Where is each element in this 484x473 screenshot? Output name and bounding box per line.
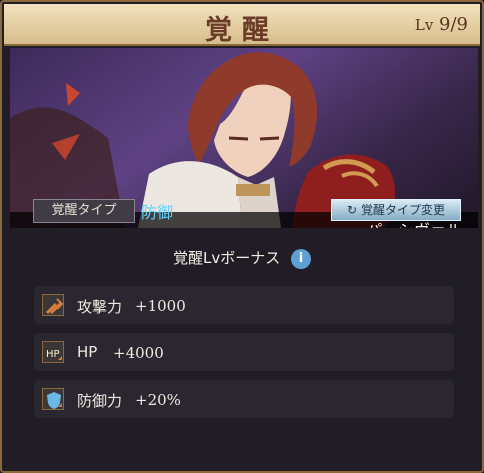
stat-row-defense: 防御力 +20% [34, 380, 454, 418]
panel-header: 覚醒 Lv 9/9 [4, 4, 480, 46]
awakening-type-label: 覚醒タイプ [33, 199, 135, 223]
stat-name: HP [77, 343, 98, 361]
awakening-type-value: 防御 [141, 203, 174, 222]
stat-name: 防御力 [77, 392, 123, 410]
bonus-section-title: 覚醒Lvボーナス i [2, 247, 482, 269]
swap-icon: ↻ [347, 203, 358, 217]
stat-value: +4000 [113, 344, 164, 362]
stat-row-hp: HP HP +4000 [34, 333, 454, 371]
hp-icon: HP [42, 341, 64, 363]
level-prefix: Lv [414, 16, 434, 34]
level-value: 9/9 [439, 14, 468, 35]
level-indicator: Lv 9/9 [415, 14, 468, 35]
defense-icon [42, 388, 64, 410]
page-title: 覚醒 [205, 15, 279, 46]
info-icon[interactable]: i [291, 248, 312, 269]
stat-value: +1000 [135, 297, 186, 315]
stat-name: 攻撃力 [77, 298, 123, 316]
awakening-panel: 覚醒 Lv 9/9 パーシヴァル 覚醒タイプ 防御 ↻ 覚醒タイプ変更 [0, 0, 484, 473]
stat-value: +20% [135, 391, 181, 409]
svg-text:HP: HP [46, 349, 60, 360]
change-awakening-type-button[interactable]: ↻ 覚醒タイプ変更 [331, 199, 461, 221]
change-button-label: 覚醒タイプ変更 [360, 203, 445, 217]
attack-icon [42, 294, 64, 316]
bonus-title-label: 覚醒Lvボーナス [172, 249, 281, 267]
stat-row-attack: 攻撃力 +1000 [34, 286, 454, 324]
